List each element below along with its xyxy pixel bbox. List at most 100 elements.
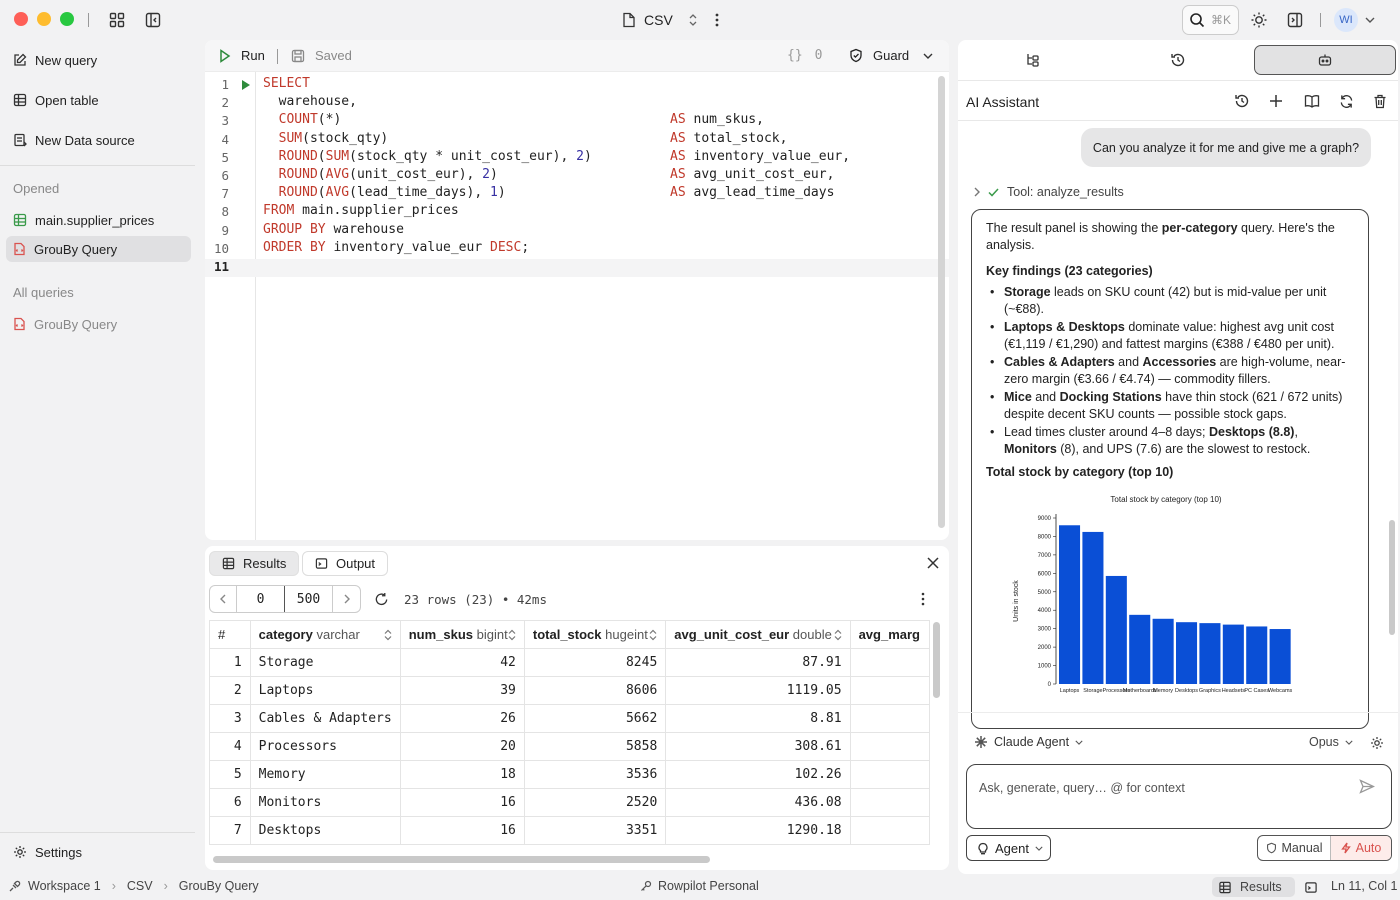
terminal-icon[interactable] — [1303, 879, 1319, 895]
tab-output[interactable]: Output — [302, 551, 389, 576]
grid-icon[interactable] — [106, 10, 128, 30]
column-header-total-stock[interactable]: total_stock hugeint — [524, 620, 667, 649]
next-page-button[interactable] — [333, 586, 360, 612]
open-table-button[interactable]: Open table — [6, 87, 191, 113]
sun-icon[interactable] — [1249, 10, 1269, 30]
model-selector[interactable]: Opus — [1309, 735, 1353, 749]
parameters-button[interactable]: {} 0 — [787, 48, 822, 63]
column-header-avg-margin[interactable]: avg_marg — [850, 620, 930, 649]
opened-item-groupby-query[interactable]: GrouBy Query — [6, 236, 191, 262]
table-row[interactable]: 6 Monitors 16 2520 436.08 — [209, 788, 930, 817]
table-row[interactable]: 4 Processors 20 5858 308.61 — [209, 732, 930, 761]
table-cell: 26 — [400, 704, 525, 733]
tab-schema[interactable] — [962, 45, 1104, 75]
table-cell: Monitors — [250, 788, 401, 817]
auto-mode-button[interactable]: Auto — [1331, 836, 1391, 860]
edit-icon — [14, 53, 27, 66]
table-cell: 2 — [209, 676, 251, 705]
query-item-groupby[interactable]: GrouBy Query — [6, 311, 191, 337]
results-horizontal-scrollbar[interactable] — [213, 856, 710, 863]
x-tick-label: PC Cases — [1244, 688, 1269, 694]
table-cell: Laptops — [250, 676, 401, 705]
tab-history[interactable] — [1107, 45, 1249, 75]
mode-dropdown[interactable]: Agent — [966, 835, 1051, 861]
run-button[interactable]: Run — [219, 48, 265, 63]
line-number: 4 — [221, 131, 229, 147]
new-data-source-button[interactable]: New Data source — [6, 127, 191, 153]
sort-icon[interactable] — [384, 629, 392, 641]
trash-icon[interactable] — [1372, 93, 1388, 109]
results-panel: Results Output 0 500 23 rows (23) • 42ms… — [205, 546, 949, 870]
tab-results[interactable]: Results — [209, 551, 300, 576]
table-row[interactable]: 5 Memory 18 3536 102.26 — [209, 760, 930, 789]
history-icon[interactable] — [1234, 93, 1250, 109]
command-search-button[interactable]: ⌘K — [1182, 5, 1239, 35]
refresh-icon[interactable] — [373, 591, 389, 607]
chat-input[interactable]: Ask, generate, query… @ for context — [966, 764, 1392, 829]
gear-icon[interactable] — [1369, 735, 1385, 751]
results-table: # category varchar num_skus bigint total… — [209, 620, 930, 845]
bar-webcams — [1269, 629, 1291, 684]
table-cell: 1290.18 — [665, 816, 851, 845]
agent-selector[interactable]: Claude Agent — [974, 735, 1083, 749]
sort-icon[interactable] — [649, 629, 657, 641]
editor-scrollbar[interactable] — [938, 76, 945, 528]
panel-toggle-icon[interactable] — [1285, 10, 1305, 30]
table-cell: Cables & Adapters — [250, 704, 401, 733]
tool-call-row[interactable]: Tool: analyze_results — [974, 185, 1124, 199]
guard-dropdown[interactable]: Guard — [849, 48, 933, 63]
plus-icon[interactable] — [1268, 93, 1284, 109]
approval-mode-toggle: Manual Auto — [1257, 835, 1392, 861]
more-vertical-icon[interactable] — [708, 10, 726, 30]
query-item-label: GrouBy Query — [34, 316, 118, 332]
column-header-num-skus[interactable]: num_skus bigint — [400, 620, 525, 649]
close-icon[interactable] — [925, 555, 941, 571]
chevron-right-icon — [344, 594, 350, 604]
column-header-avg-unit-cost[interactable]: avg_unit_cost_eur double — [665, 620, 851, 649]
new-query-button[interactable]: New query — [6, 47, 191, 73]
code-line: FROM main.supplier_prices — [263, 203, 459, 219]
line-number: 8 — [221, 204, 229, 220]
document-switcher[interactable]: CSV — [622, 10, 699, 30]
sync-icon[interactable] — [1338, 93, 1354, 109]
close-window-button[interactable] — [14, 12, 28, 26]
table-icon — [222, 557, 235, 570]
settings-button[interactable]: Settings — [6, 839, 191, 865]
maximize-window-button[interactable] — [60, 12, 74, 26]
column-header-category[interactable]: category varchar — [250, 620, 401, 649]
table-row[interactable]: 2 Laptops 39 8606 1119.05 — [209, 676, 930, 705]
book-icon[interactable] — [1303, 93, 1321, 109]
auto-label: Auto — [1355, 841, 1382, 855]
prev-page-button[interactable] — [210, 586, 237, 612]
limit-input[interactable]: 500 — [285, 586, 333, 612]
findings-list: Storage leads on SKU count (42) but is m… — [986, 284, 1354, 458]
save-icon — [291, 49, 305, 62]
offset-input[interactable]: 0 — [237, 586, 285, 612]
chat-scrollbar[interactable] — [1389, 520, 1395, 635]
minimize-window-button[interactable] — [37, 12, 51, 26]
bar-desktops — [1176, 622, 1198, 684]
finding-item: Storage leads on SKU count (42) but is m… — [986, 284, 1354, 318]
sidebar-toggle-icon[interactable] — [142, 10, 164, 30]
table-row[interactable]: 3 Cables & Adapters 26 5662 8.81 — [209, 704, 930, 733]
run-line-marker-icon[interactable] — [241, 79, 251, 91]
bulb-icon — [978, 842, 988, 854]
breadcrumb-workspace[interactable]: Workspace 1 — [28, 879, 101, 893]
manual-mode-button[interactable]: Manual — [1258, 836, 1331, 860]
table-cell: Storage — [250, 648, 401, 677]
sort-icon[interactable] — [508, 629, 516, 641]
table-row[interactable]: 7 Desktops 16 3351 1290.18 — [209, 816, 930, 845]
chevron-down-icon[interactable] — [1364, 14, 1376, 26]
avatar[interactable]: WI — [1334, 8, 1358, 32]
opened-item-supplier-prices[interactable]: main.supplier_prices — [6, 207, 191, 233]
sort-icon[interactable] — [834, 629, 842, 641]
more-vertical-icon[interactable] — [918, 591, 928, 607]
breadcrumb-query[interactable]: GrouBy Query — [179, 879, 259, 893]
table-row[interactable]: 1 Storage 42 8245 87.91 — [209, 648, 930, 677]
file-icon — [623, 12, 635, 28]
tab-ai-assistant[interactable] — [1254, 45, 1396, 75]
results-vertical-scrollbar[interactable] — [933, 622, 940, 698]
breadcrumb-csv[interactable]: CSV — [127, 879, 153, 893]
table-icon — [13, 213, 27, 227]
results-toggle-button[interactable]: Results — [1212, 877, 1295, 897]
